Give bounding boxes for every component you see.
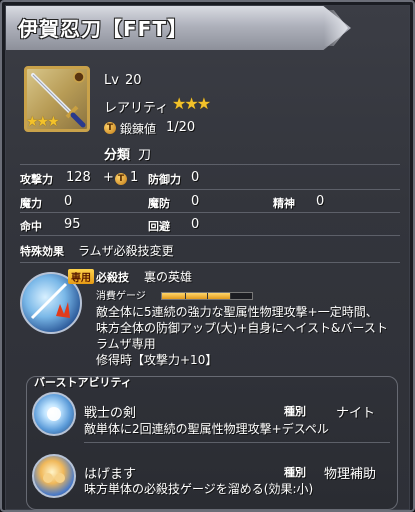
burst-ability-kind-label: 種別 (284, 405, 306, 418)
ultimate-desc-line1: 敵全体に5連続の強力な聖属性物理攻撃+一定時間、 (96, 305, 378, 319)
eva-value: 0 (191, 217, 200, 232)
gauge-segment (229, 293, 231, 299)
divider (20, 212, 400, 213)
warrior-sword-icon[interactable] (32, 392, 76, 436)
encourage-icon[interactable] (32, 454, 76, 498)
rarity-stars: ★★★ (172, 94, 211, 113)
acc-label: 命中 (20, 220, 42, 233)
atk-value: 128 (66, 170, 91, 185)
burst-header: バーストアビリティ (34, 376, 132, 389)
atk-bonus-plus: + (103, 170, 114, 185)
ultimate-name: 裏の英雄 (144, 270, 193, 284)
gauge-segment (184, 293, 186, 299)
divider (20, 235, 400, 236)
divider (20, 262, 400, 263)
atk-label: 攻撃力 (20, 173, 53, 186)
spr-label: 精神 (273, 197, 295, 210)
category-value: 刀 (138, 148, 152, 163)
forge-bonus-coin-icon: T (115, 173, 127, 185)
def-value: 0 (191, 170, 200, 185)
burst-ability-kind: 物理補助 (324, 467, 377, 482)
equipment-title: 伊賀忍刀【FFT】 (18, 17, 188, 41)
divider (20, 189, 400, 190)
rarity-label: レアリティ (104, 101, 169, 116)
equipment-detail-window: 伊賀忍刀【FFT】 ★★★ Lv 20 レアリティ ★★★ T 鍛錬値 1/20… (0, 0, 415, 512)
gauge-segment (207, 293, 208, 299)
ultimate-exclusive-note: ラムザ専用 (96, 337, 156, 351)
mag-value: 0 (64, 194, 73, 209)
level-label: Lv (104, 73, 119, 88)
ultimate-type-label: 必殺技 (96, 271, 129, 284)
forge-value: 1/20 (166, 120, 196, 135)
forge-label: 鍛錬値 (120, 122, 157, 136)
eva-label: 回避 (148, 220, 170, 233)
title-banner-arrow (324, 10, 348, 46)
ultimate-mastery: 修得時【攻撃力+10】 (96, 353, 218, 367)
gauge-label: 消費ゲージ (96, 291, 146, 302)
ultimate-gauge-fill (162, 293, 230, 299)
mag-label: 魔力 (20, 197, 42, 210)
window-body: 伊賀忍刀【FFT】 ★★★ Lv 20 レアリティ ★★★ T 鍛錬値 1/20… (5, 5, 410, 510)
mdef-value: 0 (191, 194, 200, 209)
burst-ability-kind: ナイト (336, 406, 376, 421)
acc-value: 95 (64, 217, 81, 232)
ultimate-desc-line2: 味方全体の防御アップ(大)+自身にヘイスト&バースト (96, 321, 388, 335)
icon-rarity-stars: ★★★ (26, 114, 60, 130)
special-value: ラムザ必殺技変更 (78, 244, 174, 258)
def-label: 防御力 (148, 173, 181, 186)
exclusive-badge: 専用 (68, 269, 94, 284)
special-label: 特殊効果 (20, 245, 64, 258)
level-value: 20 (125, 73, 142, 88)
burst-ability-desc: 敵単体に2回連続の聖属性物理攻撃+デスペル (84, 422, 329, 436)
forge-coin-icon: T (104, 122, 116, 134)
burst-ability-desc: 味方単体の必殺技ゲージを溜める(効果:小) (84, 482, 314, 496)
atk-bonus-value: 1 (130, 170, 139, 185)
burst-ability-name: 戦士の剣 (84, 406, 137, 421)
spr-value: 0 (316, 194, 325, 209)
divider (20, 164, 400, 165)
burst-ability-kind-label: 種別 (284, 466, 306, 479)
ultimate-gauge (161, 292, 253, 300)
divider (84, 442, 390, 443)
mdef-label: 魔防 (148, 197, 170, 210)
category-label: 分類 (104, 148, 131, 163)
